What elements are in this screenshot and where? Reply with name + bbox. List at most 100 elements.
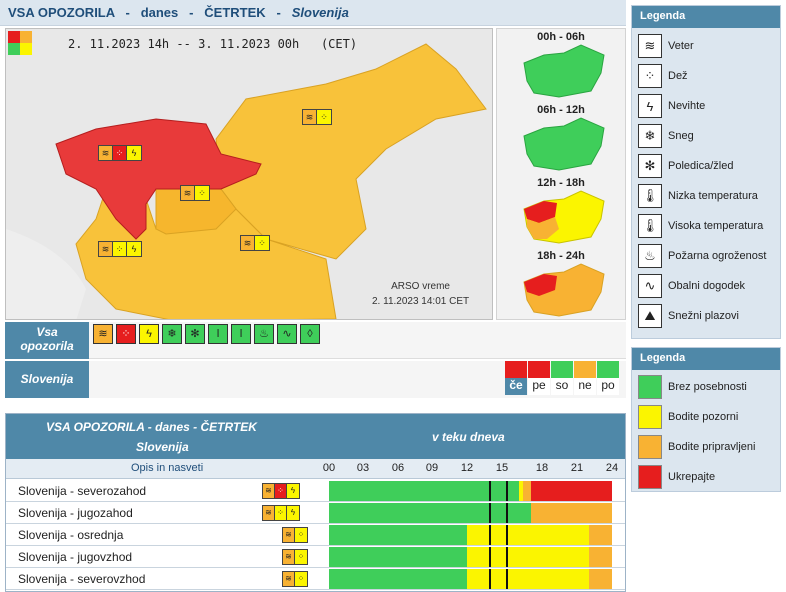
coastal-icon[interactable]: ∿ — [277, 324, 297, 344]
avalanche-icon[interactable]: ◊ — [300, 324, 320, 344]
period-map-1[interactable]: 06h - 12h — [497, 102, 625, 175]
wind-icon: ≋ — [99, 242, 113, 256]
wind-icon: ≋ — [283, 572, 295, 586]
rain-icon: ⁘ — [113, 242, 127, 256]
high-temperature-icon[interactable]: ǀ — [231, 324, 251, 344]
map-icons-severovzhod[interactable]: ≋ ⁘ — [302, 109, 332, 125]
rain-icon: ⁘ — [195, 186, 209, 200]
row-timeline — [329, 481, 612, 501]
low-temperature-icon[interactable]: ǀ — [208, 324, 228, 344]
rain-icon: ⁘ — [255, 236, 269, 250]
rain-icon: ⁘ — [638, 64, 662, 88]
header-region[interactable]: Slovenija — [292, 5, 349, 20]
period-map-0[interactable]: 00h - 06h — [497, 29, 625, 102]
legend-level-green: Brez posebnosti — [638, 374, 747, 400]
map-icons-jugozahod[interactable]: ≋ ⁘ ϟ — [98, 241, 142, 257]
period-map-2[interactable]: 12h - 18h — [497, 175, 625, 248]
legend-item-veter: ≋ Veter — [638, 33, 694, 59]
all-warnings-label[interactable]: Vsa opozorila — [5, 322, 89, 359]
region-day-bar: Slovenija če pe so ne po — [5, 361, 626, 398]
slovenia-region-map — [6, 29, 492, 319]
wind-icon: ≋ — [263, 506, 275, 520]
legend-warning-levels: Legenda Brez posebnosti Bodite pozorni B… — [631, 347, 781, 492]
table-row[interactable]: Slovenija - severovzhod ≋ ⁘ — [6, 568, 625, 590]
low-temperature-icon: 🌡 — [638, 184, 662, 208]
region-label[interactable]: Slovenija — [5, 361, 89, 398]
snow-icon: ❄ — [638, 124, 662, 148]
warnings-timeline-table: VSA OPOZORILA - danes - ČETRTEK Slovenij… — [5, 413, 626, 592]
thunderstorm-icon: ϟ — [127, 146, 141, 160]
row-timeline — [329, 503, 612, 523]
advice-link[interactable]: Opis in nasveti — [131, 462, 203, 474]
fire-icon[interactable]: ♨ — [254, 324, 274, 344]
wind-icon: ≋ — [303, 110, 317, 124]
thunderstorm-icon: ϟ — [287, 484, 299, 498]
rain-icon: ⁘ — [295, 572, 307, 586]
legend-item-dez: ⁘ Dež — [638, 63, 688, 89]
map-icons-osrednja[interactable]: ≋ ⁘ — [180, 185, 210, 201]
period-map-3[interactable]: 18h - 24h — [497, 248, 625, 321]
legend-title: Legenda — [632, 6, 780, 28]
header-weekday: ČETRTEK — [204, 5, 266, 20]
page-header: VSA OPOZORILA - danes - ČETRTEK - Sloven… — [0, 0, 626, 26]
wind-icon: ≋ — [241, 236, 255, 250]
header-day[interactable]: danes — [141, 5, 179, 20]
wind-icon: ≋ — [263, 484, 275, 498]
thunderstorm-icon: ϟ — [638, 94, 662, 118]
day-tab-ne[interactable]: ne — [574, 361, 596, 395]
rain-icon: ⁘ — [275, 484, 287, 498]
day-tab-pe[interactable]: pe — [528, 361, 550, 395]
legend-level-yellow: Bodite pozorni — [638, 404, 738, 430]
thunderstorm-icon: ϟ — [287, 506, 299, 520]
table-row[interactable]: Slovenija - jugozahod ≋ ⁘ ϟ — [6, 502, 625, 524]
map-icons-severozahod[interactable]: ≋ ⁘ ϟ — [98, 145, 142, 161]
legend-level-red: Ukrepajte — [638, 464, 715, 490]
map-icons-jugovzhod[interactable]: ≋ ⁘ — [240, 235, 270, 251]
legend-item-poledica: ✻ Poledica/žled — [638, 153, 733, 179]
legend-item-obalni: ∿ Obalni dogodek — [638, 273, 745, 299]
map-credit: ARSO vreme 2. 11.2023 14:01 CET — [372, 281, 470, 307]
map-color-key-icon — [8, 31, 32, 55]
warning-type-bar: Vsa opozorila ≋ ⁘ ϟ ❄ ✻ ǀ ǀ ♨ ∿ ◊ — [5, 322, 626, 359]
thunderstorm-icon: ϟ — [127, 242, 141, 256]
day-tab-so[interactable]: so — [551, 361, 573, 395]
period-maps-column: 00h - 06h 06h - 12h 12h - 18h 18h - 24h — [496, 28, 626, 320]
legend-item-nevihte: ϟ Nevihte — [638, 93, 705, 119]
legend-level-orange: Bodite pripravljeni — [638, 434, 755, 460]
rain-icon[interactable]: ⁘ — [116, 324, 136, 344]
main-warning-map[interactable]: 2. 11.2023 14h -- 3. 11.2023 00h (CET) ≋… — [5, 28, 493, 320]
legend-item-pozar: ♨ Požarna ogroženost — [638, 243, 766, 269]
fire-icon: ♨ — [638, 244, 662, 268]
wind-icon: ≋ — [638, 34, 662, 58]
wind-icon: ≋ — [181, 186, 195, 200]
rain-icon: ⁘ — [317, 110, 331, 124]
thunderstorm-icon[interactable]: ϟ — [139, 324, 159, 344]
coastal-icon: ∿ — [638, 274, 662, 298]
table-header: VSA OPOZORILA - danes - ČETRTEK Slovenij… — [6, 414, 625, 459]
wind-icon: ≋ — [283, 528, 295, 542]
legend-title: Legenda — [632, 348, 780, 370]
rain-icon: ⁘ — [295, 528, 307, 542]
day-tab-ce[interactable]: če — [505, 361, 527, 395]
map-period: 2. 11.2023 14h -- 3. 11.2023 00h (CET) — [68, 37, 358, 51]
day-selector: če pe so ne po — [505, 361, 619, 395]
avalanche-icon: ⛰ — [638, 304, 662, 328]
legend-item-nizka-temp: 🌡 Nizka temperatura — [638, 183, 758, 209]
wind-icon: ≋ — [283, 550, 295, 564]
legend-item-plazovi: ⛰ Snežni plazovi — [638, 303, 739, 329]
ice-icon: ✻ — [638, 154, 662, 178]
legend-warning-types: Legenda ≋ Veter ⁘ Dež ϟ Nevihte ❄ Sneg ✻ Pole… — [631, 5, 781, 339]
snow-icon[interactable]: ❄ — [162, 324, 182, 344]
table-row[interactable]: Slovenija - osrednja ≋ ⁘ — [6, 524, 625, 546]
day-tab-po[interactable]: po — [597, 361, 619, 395]
row-timeline — [329, 547, 612, 567]
row-timeline — [329, 525, 612, 545]
wind-icon: ≋ — [99, 146, 113, 160]
legend-item-visoka-temp: 🌡 Visoka temperatura — [638, 213, 763, 239]
rain-icon: ⁘ — [275, 506, 287, 520]
wind-icon[interactable]: ≋ — [93, 324, 113, 344]
table-row[interactable]: Slovenija - severozahod ≋ ⁘ ϟ — [6, 480, 625, 502]
ice-icon[interactable]: ✻ — [185, 324, 205, 344]
header-title: VSA OPOZORILA — [8, 5, 115, 20]
table-row[interactable]: Slovenija - jugovzhod ≋ ⁘ — [6, 546, 625, 568]
